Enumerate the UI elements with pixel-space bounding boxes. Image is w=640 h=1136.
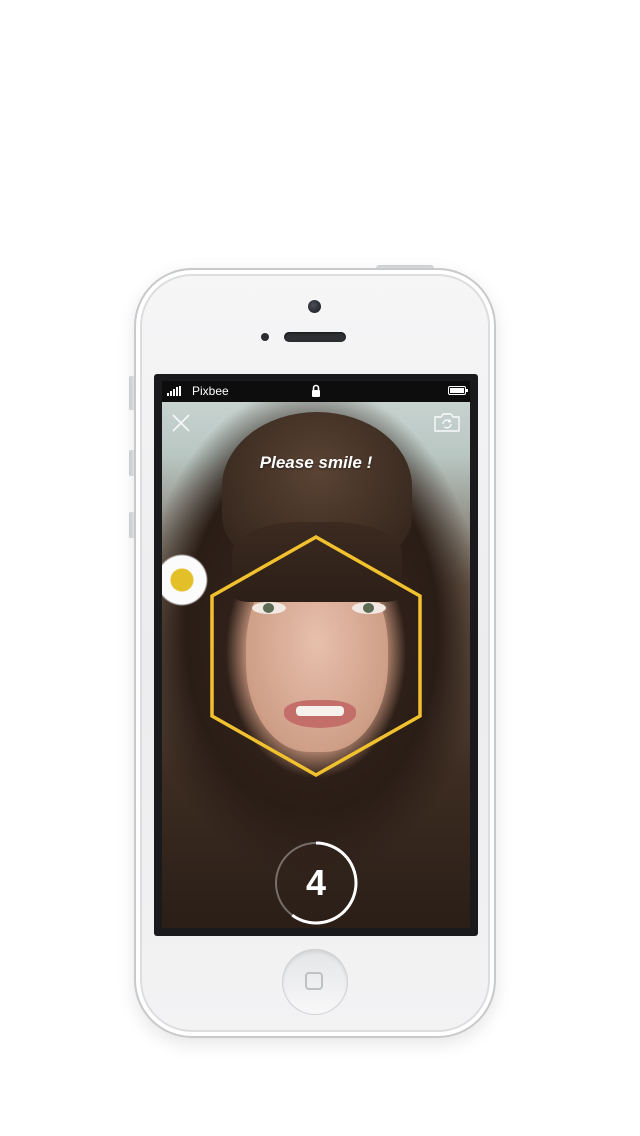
countdown-number: 4 <box>305 862 327 903</box>
face-detection-hexagon <box>210 534 422 778</box>
battery-icon <box>448 386 468 395</box>
status-bar: Pixbee <box>162 381 470 402</box>
switch-camera-icon[interactable] <box>432 411 462 433</box>
carrier-name: Pixbee <box>192 384 229 398</box>
front-camera <box>308 300 321 313</box>
daisy-flower <box>162 538 208 622</box>
proximity-sensor <box>261 333 269 341</box>
earpiece-speaker <box>284 332 346 342</box>
close-icon[interactable] <box>170 412 192 434</box>
smile-prompt: Please smile ! <box>259 453 373 472</box>
lock-icon <box>312 384 320 397</box>
home-button[interactable] <box>282 949 348 1015</box>
signal-bars-icon <box>167 386 181 396</box>
